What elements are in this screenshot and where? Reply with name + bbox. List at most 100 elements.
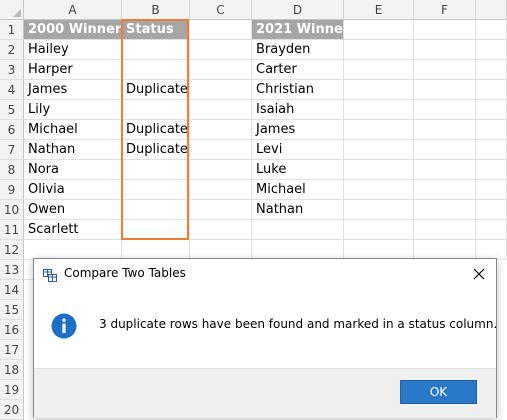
close-icon[interactable] (468, 263, 490, 285)
cell-f1[interactable] (414, 20, 476, 40)
row-header-14[interactable]: 14 (0, 280, 24, 300)
cell-e3[interactable] (344, 60, 414, 80)
cell-c6[interactable] (190, 120, 252, 140)
cell-e4[interactable] (344, 80, 414, 100)
row-header-7[interactable]: 7 (0, 140, 24, 160)
cell-a7[interactable]: Nathan (24, 140, 122, 160)
column-header-c[interactable]: C (190, 0, 252, 20)
cell-a3[interactable]: Harper (24, 60, 122, 80)
row-header-13[interactable]: 13 (0, 260, 24, 280)
cell-c10[interactable] (190, 200, 252, 220)
cell-a1[interactable]: 2000 Winners (24, 20, 129, 40)
cell-g4[interactable] (476, 80, 507, 100)
row-header-1[interactable]: 1 (0, 20, 24, 40)
column-header-e[interactable]: E (344, 0, 414, 20)
cell-c7[interactable] (190, 140, 252, 160)
cell-f9[interactable] (414, 180, 476, 200)
cell-g8[interactable] (476, 160, 507, 180)
cell-b8[interactable] (122, 160, 190, 180)
cell-c8[interactable] (190, 160, 252, 180)
cell-b11[interactable] (122, 220, 190, 240)
row-header-20[interactable]: 20 (0, 400, 24, 420)
cell-g3[interactable] (476, 60, 507, 80)
cell-e11[interactable] (344, 220, 414, 240)
cell-a12[interactable] (24, 240, 122, 260)
cell-a11[interactable]: Scarlett (24, 220, 122, 240)
cell-c12[interactable] (190, 240, 252, 260)
cell-f8[interactable] (414, 160, 476, 180)
cell-d9[interactable]: Michael (252, 180, 344, 200)
cell-e6[interactable] (344, 120, 414, 140)
column-header-g[interactable] (476, 0, 507, 20)
cell-b12[interactable] (122, 240, 190, 260)
cell-f4[interactable] (414, 80, 476, 100)
cell-d6[interactable]: James (252, 120, 344, 140)
cell-e2[interactable] (344, 40, 414, 60)
cell-g11[interactable] (476, 220, 507, 240)
column-header-b[interactable]: B (122, 0, 190, 20)
cell-d1[interactable]: 2021 Winners (252, 20, 357, 40)
cell-g10[interactable] (476, 200, 507, 220)
cell-a6[interactable]: Michael (24, 120, 122, 140)
cell-b1[interactable]: Status (122, 20, 190, 40)
row-header-18[interactable]: 18 (0, 360, 24, 380)
column-header-a[interactable]: A (24, 0, 122, 20)
cell-e5[interactable] (344, 100, 414, 120)
cell-c4[interactable] (190, 80, 252, 100)
cell-f10[interactable] (414, 200, 476, 220)
cell-d4[interactable]: Christian (252, 80, 344, 100)
cell-a8[interactable]: Nora (24, 160, 122, 180)
cell-e9[interactable] (344, 180, 414, 200)
cell-e10[interactable] (344, 200, 414, 220)
cell-d7[interactable]: Levi (252, 140, 344, 160)
column-header-f[interactable]: F (414, 0, 476, 20)
cell-b7[interactable]: Duplicate (122, 140, 190, 160)
row-header-8[interactable]: 8 (0, 160, 24, 180)
dialog-title-bar[interactable]: Compare Two Tables (34, 259, 496, 289)
cell-b10[interactable] (122, 200, 190, 220)
row-header-19[interactable]: 19 (0, 380, 24, 400)
row-header-16[interactable]: 16 (0, 320, 24, 340)
cell-a9[interactable]: Olivia (24, 180, 122, 200)
cell-c11[interactable] (190, 220, 252, 240)
cell-b5[interactable] (122, 100, 190, 120)
cell-g5[interactable] (476, 100, 507, 120)
column-header-d[interactable]: D (252, 0, 344, 20)
cell-e7[interactable] (344, 140, 414, 160)
cell-d11[interactable] (252, 220, 344, 240)
cell-g9[interactable] (476, 180, 507, 200)
cell-b3[interactable] (122, 60, 190, 80)
row-header-4[interactable]: 4 (0, 80, 24, 100)
cell-d8[interactable]: Luke (252, 160, 344, 180)
cell-b9[interactable] (122, 180, 190, 200)
cell-b6[interactable]: Duplicate (122, 120, 190, 140)
cell-e12[interactable] (344, 240, 414, 260)
cell-b4[interactable]: Duplicate (122, 80, 190, 100)
cell-a10[interactable]: Owen (24, 200, 122, 220)
row-header-9[interactable]: 9 (0, 180, 24, 200)
row-header-5[interactable]: 5 (0, 100, 24, 120)
cell-f5[interactable] (414, 100, 476, 120)
cell-g7[interactable] (476, 140, 507, 160)
row-header-3[interactable]: 3 (0, 60, 24, 80)
cell-d3[interactable]: Carter (252, 60, 344, 80)
cell-e1[interactable] (344, 20, 414, 40)
cell-c5[interactable] (190, 100, 252, 120)
cell-d12[interactable] (252, 240, 344, 260)
cell-e8[interactable] (344, 160, 414, 180)
row-header-17[interactable]: 17 (0, 340, 24, 360)
cell-f2[interactable] (414, 40, 476, 60)
cell-f6[interactable] (414, 120, 476, 140)
cell-a5[interactable]: Lily (24, 100, 122, 120)
cell-f12[interactable] (414, 240, 476, 260)
cell-f11[interactable] (414, 220, 476, 240)
cell-a2[interactable]: Hailey (24, 40, 122, 60)
row-header-2[interactable]: 2 (0, 40, 24, 60)
row-header-12[interactable]: 12 (0, 240, 24, 260)
row-header-15[interactable]: 15 (0, 300, 24, 320)
cell-g12[interactable] (476, 240, 507, 260)
row-header-11[interactable]: 11 (0, 220, 24, 240)
cell-c2[interactable] (190, 40, 252, 60)
cell-g2[interactable] (476, 40, 507, 60)
cell-b2[interactable] (122, 40, 190, 60)
